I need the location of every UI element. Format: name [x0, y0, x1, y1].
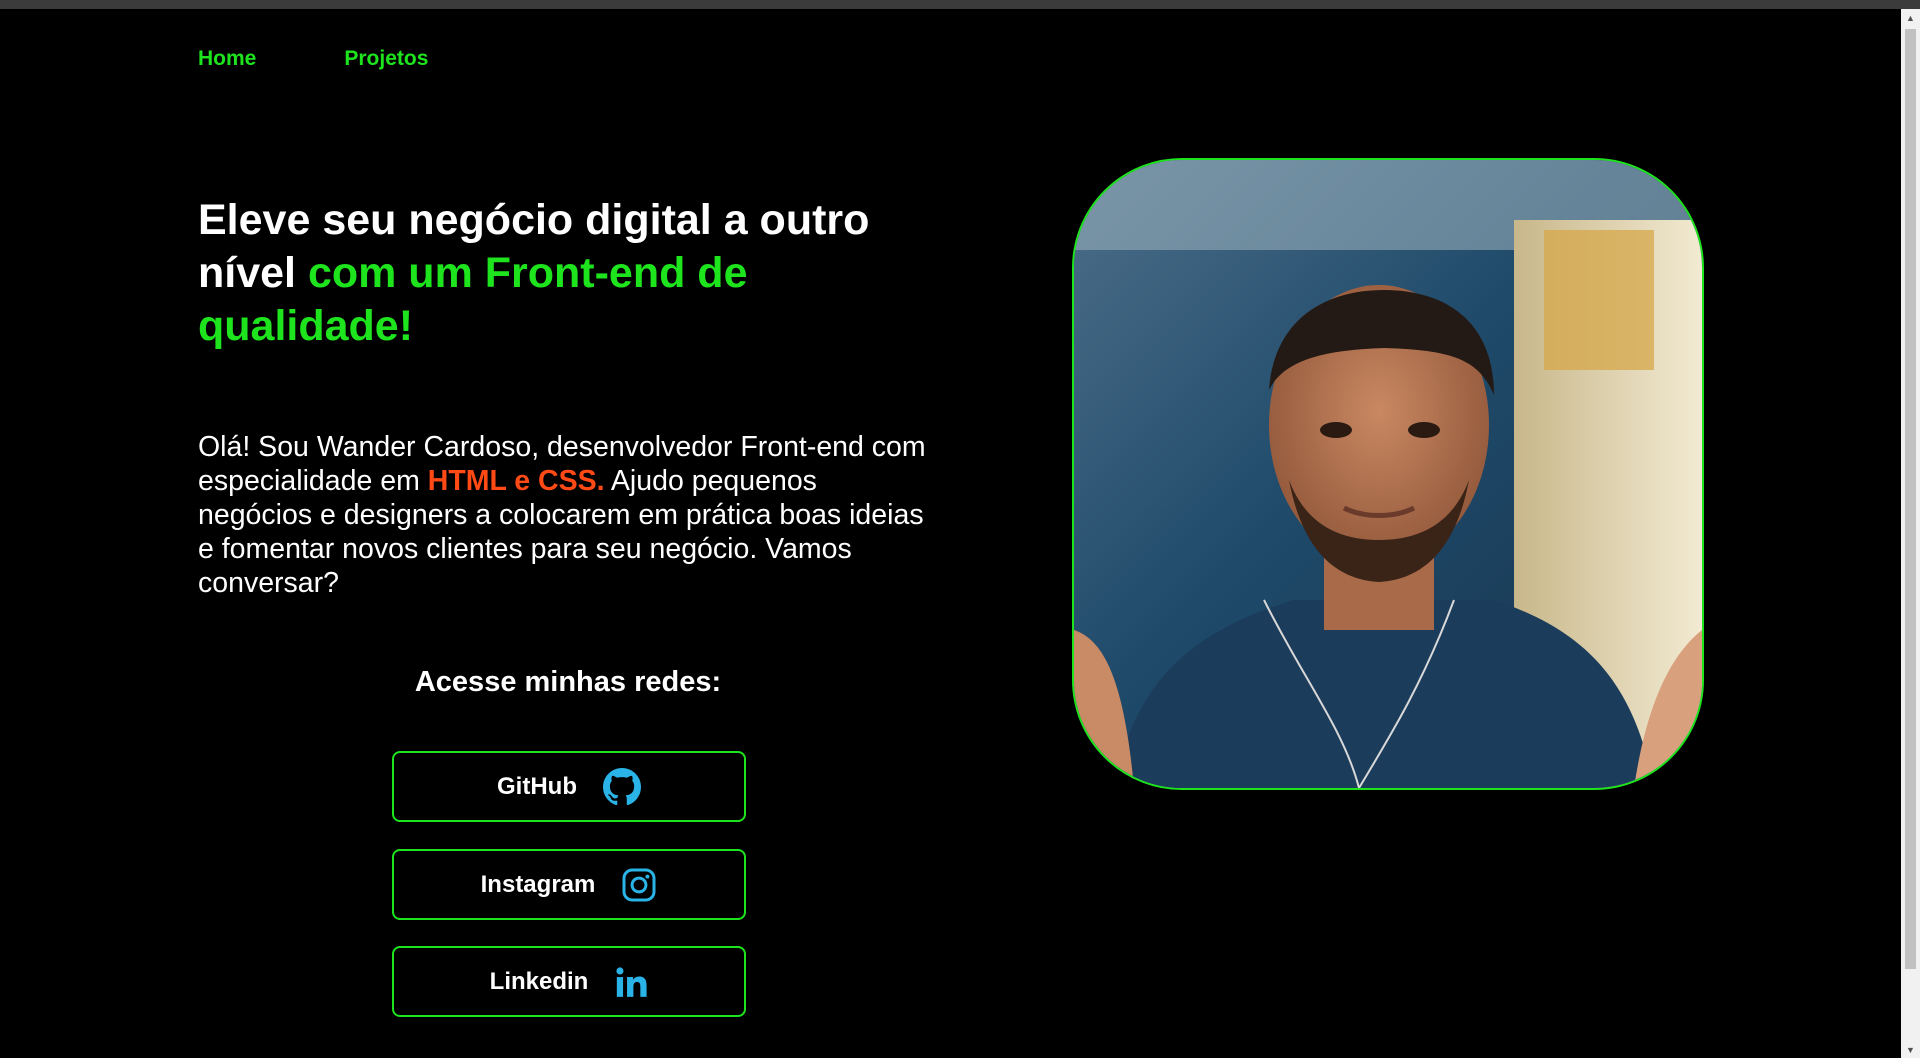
github-button-label: GitHub [497, 772, 577, 800]
linkedin-icon [614, 965, 648, 999]
social-title: Acesse minhas redes: [414, 666, 722, 698]
github-button[interactable]: GitHub [392, 751, 746, 822]
linkedin-button-label: Linkedin [489, 967, 589, 995]
linkedin-button[interactable]: Linkedin [392, 946, 746, 1017]
instagram-button[interactable]: Instagram [392, 849, 746, 920]
scroll-down-arrow-icon[interactable]: ▼ [1901, 1041, 1920, 1058]
profile-photo [1072, 158, 1704, 790]
scrollbar-thumb[interactable] [1905, 29, 1916, 969]
nav-home-link[interactable]: Home [198, 47, 256, 71]
hero-headline: Eleve seu negócio digital a outro nível … [198, 194, 958, 353]
intro-text: Olá! Sou Wander Cardoso, desenvolvedor F… [198, 430, 938, 600]
github-icon [602, 767, 641, 806]
intro-highlight: HTML e CSS. [427, 465, 605, 497]
scroll-up-arrow-icon[interactable]: ▲ [1901, 9, 1920, 26]
browser-top-bar [0, 0, 1920, 9]
page-scrollbar[interactable]: ▲ ▼ [1901, 9, 1920, 1058]
instagram-button-label: Instagram [480, 870, 596, 898]
main-nav: Home Projetos [198, 47, 428, 71]
instagram-icon [621, 867, 657, 903]
nav-projetos-link[interactable]: Projetos [344, 47, 428, 71]
